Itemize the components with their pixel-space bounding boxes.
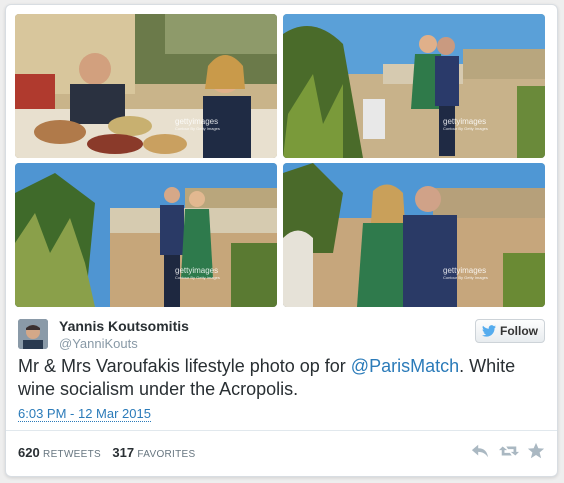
- tweet-text: Mr & Mrs Varoufakis lifestyle photo op f…: [18, 355, 548, 401]
- photo-terrace-embrace-image: [283, 14, 545, 158]
- photo-terrace-embrace[interactable]: gettyimages Contour By Getty Images: [283, 14, 545, 158]
- avatar[interactable]: [18, 319, 48, 349]
- photo-couple-standing-garden[interactable]: gettyimages Contour By Getty Images: [15, 163, 277, 307]
- photo-couple-close-acropolis[interactable]: gettyimages Contour By Getty Images: [283, 163, 545, 307]
- tweet-timestamp[interactable]: 6:03 PM - 12 Mar 2015: [18, 406, 151, 422]
- retweet-icon-glyph: [499, 446, 519, 456]
- reply-icon-glyph: [471, 444, 489, 458]
- tweet-stats: 620 RETWEETS 317 FAVORITES: [18, 445, 204, 460]
- watermark-text: gettyimages: [175, 117, 219, 126]
- photo-dinner-table[interactable]: gettyimages Contour By Getty Images: [15, 14, 277, 158]
- watermark-subtext: Contour By Getty Images: [175, 126, 220, 131]
- tweet-card: gettyimages Contour By Getty Images gett…: [5, 4, 558, 477]
- avatar-image: [18, 319, 48, 349]
- retweet-icon[interactable]: [499, 442, 519, 460]
- tweet-text-start: Mr & Mrs Varoufakis lifestyle photo op f…: [18, 356, 351, 376]
- watermark: gettyimages Contour By Getty Images: [175, 266, 220, 281]
- author-handle[interactable]: @YanniKouts: [59, 336, 138, 351]
- watermark-text: gettyimages: [443, 266, 487, 275]
- watermark-text: gettyimages: [443, 117, 487, 126]
- author-name[interactable]: Yannis Koutsomitis: [59, 318, 189, 334]
- watermark: gettyimages Contour By Getty Images: [443, 117, 488, 132]
- follow-button-label: Follow: [500, 324, 538, 338]
- watermark-subtext: Contour By Getty Images: [443, 126, 488, 131]
- tweet-actions: [471, 442, 545, 460]
- mention-link[interactable]: @ParisMatch: [351, 356, 459, 376]
- watermark-text: gettyimages: [175, 266, 219, 275]
- retweets-count[interactable]: 620: [18, 445, 40, 460]
- photo-dinner-table-image: [15, 14, 277, 158]
- favorites-count[interactable]: 317: [112, 445, 134, 460]
- favorite-star-icon[interactable]: [527, 442, 545, 460]
- divider: [6, 430, 557, 431]
- watermark: gettyimages Contour By Getty Images: [443, 266, 488, 281]
- watermark-subtext: Contour By Getty Images: [175, 275, 220, 280]
- photo-couple-close-acropolis-image: [283, 163, 545, 307]
- retweets-label: RETWEETS: [43, 449, 102, 460]
- favorites-label: FAVORITES: [137, 449, 196, 460]
- photo-couple-standing-garden-image: [15, 163, 277, 307]
- watermark: gettyimages Contour By Getty Images: [175, 117, 220, 132]
- reply-icon[interactable]: [471, 442, 489, 460]
- twitter-bird-icon: [482, 325, 496, 337]
- follow-button[interactable]: Follow: [475, 319, 545, 343]
- favorite-star-icon-glyph: [527, 442, 545, 459]
- watermark-subtext: Contour By Getty Images: [443, 275, 488, 280]
